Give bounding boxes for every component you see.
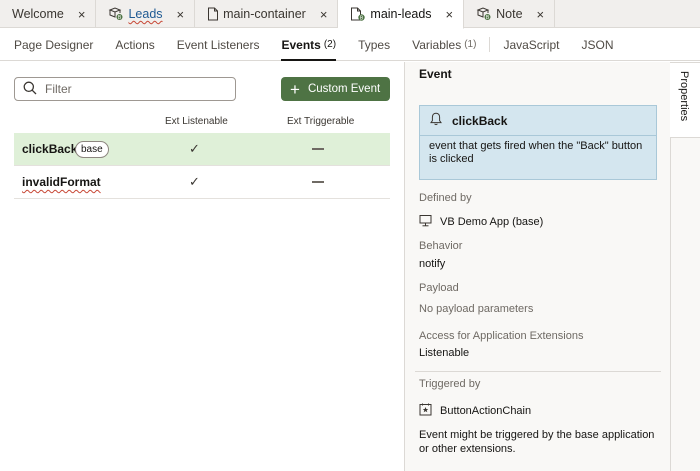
filter-input[interactable] xyxy=(45,82,215,96)
tab-label: Leads xyxy=(128,7,163,21)
tab-label: Page Designer xyxy=(14,37,94,52)
table-row[interactable]: invalidFormat ✓ xyxy=(14,166,390,199)
tab-count: (1) xyxy=(464,39,477,50)
editor-tab-leads[interactable]: B Leads × xyxy=(96,0,196,28)
checkmark-icon: ✓ xyxy=(189,141,200,156)
triggered-by-value: ButtonActionChain xyxy=(419,403,531,419)
section-title: Event xyxy=(419,67,452,81)
dash-icon xyxy=(312,148,324,150)
behavior-label: Behavior xyxy=(419,240,463,252)
event-card-header: clickBack xyxy=(420,106,656,136)
tab-events[interactable]: Events (2) xyxy=(281,29,337,61)
extension-app-icon: B xyxy=(108,7,124,21)
defined-by-value: VB Demo App (base) xyxy=(419,214,543,230)
designer-sub-tabs: Page Designer Actions Event Listeners Ev… xyxy=(0,29,700,61)
tab-label: main-container xyxy=(223,7,306,21)
divider xyxy=(415,371,661,372)
custom-event-button[interactable]: + Custom Event xyxy=(281,77,390,101)
editor-tab-note[interactable]: B Note × xyxy=(464,0,556,28)
editor-tab-bar: Welcome × B Leads × main-container × B m… xyxy=(0,0,700,29)
page-icon xyxy=(207,7,219,21)
event-name: invalidFormat xyxy=(22,175,101,189)
tab-label: Variables xyxy=(412,37,462,52)
defined-by-text: VB Demo App (base) xyxy=(440,216,544,228)
tab-label: main-leads xyxy=(370,7,432,21)
close-icon[interactable]: × xyxy=(177,8,185,21)
tab-label: Welcome xyxy=(12,7,64,21)
tab-types[interactable]: Types xyxy=(358,29,390,60)
triggered-note: Event might be triggered by the base app… xyxy=(419,429,655,455)
access-label: Access for Application Extensions xyxy=(419,330,584,342)
payload-label: Payload xyxy=(419,282,459,294)
bell-icon xyxy=(430,112,442,129)
table-row[interactable]: clickBack base ✓ xyxy=(14,133,390,166)
filter-field[interactable] xyxy=(14,77,236,101)
tab-label: Note xyxy=(496,7,523,21)
tab-actions[interactable]: Actions xyxy=(115,29,154,60)
tab-label: Events xyxy=(281,37,321,52)
triggered-by-text: ButtonActionChain xyxy=(440,405,532,417)
event-title: clickBack xyxy=(452,113,508,128)
dash-icon xyxy=(312,181,324,183)
tab-javascript[interactable]: JavaScript xyxy=(503,29,559,60)
close-icon[interactable]: × xyxy=(537,8,545,21)
event-card: clickBack event that gets fired when the… xyxy=(419,105,657,180)
access-value: Listenable xyxy=(419,347,470,359)
editor-tab-welcome[interactable]: Welcome × xyxy=(0,0,97,28)
plus-icon: + xyxy=(290,79,300,99)
event-name: clickBack xyxy=(22,142,78,156)
close-icon[interactable]: × xyxy=(446,8,454,21)
base-badge: base xyxy=(75,141,109,158)
button-label: Custom Event xyxy=(307,83,381,95)
column-header-ext-triggerable: Ext Triggerable xyxy=(287,116,355,127)
payload-value: No payload parameters xyxy=(419,303,534,315)
tab-count: (2) xyxy=(323,39,337,50)
tab-label: JSON xyxy=(581,37,614,52)
events-list-pane: + Custom Event Ext Listenable Ext Trigge… xyxy=(0,62,404,471)
tab-label: JavaScript xyxy=(503,37,560,52)
event-description: event that gets fired when the "Back" bu… xyxy=(429,140,643,165)
side-tab-bar: Properties xyxy=(670,62,700,471)
tab-variables[interactable]: Variables (1) xyxy=(412,29,476,60)
action-chain-icon xyxy=(419,403,440,419)
side-tab-label: Properties xyxy=(678,71,690,122)
editor-tab-main-container[interactable]: main-container × xyxy=(195,0,339,28)
close-icon[interactable]: × xyxy=(320,8,328,21)
behavior-value: notify xyxy=(419,258,446,270)
tab-divider xyxy=(489,37,491,52)
close-icon[interactable]: × xyxy=(78,8,86,21)
tab-event-listeners[interactable]: Event Listeners xyxy=(177,29,260,60)
tab-json[interactable]: JSON xyxy=(581,29,613,60)
tab-label: Types xyxy=(358,37,391,52)
monitor-icon xyxy=(419,214,440,230)
defined-by-label: Defined by xyxy=(419,192,472,204)
checkmark-icon: ✓ xyxy=(189,174,200,189)
tab-label: Event Listeners xyxy=(176,37,260,52)
search-icon xyxy=(23,81,37,98)
triggered-by-label: Triggered by xyxy=(419,378,481,390)
editor-tab-main-leads[interactable]: B main-leads × xyxy=(338,0,465,29)
properties-side-tab[interactable]: Properties xyxy=(670,62,700,138)
extension-page-icon: B xyxy=(350,7,366,22)
tab-page-designer[interactable]: Page Designer xyxy=(14,29,93,60)
tab-label: Actions xyxy=(115,37,155,52)
column-header-ext-listenable: Ext Listenable xyxy=(165,116,228,127)
properties-pane: Event clickBack event that gets fired wh… xyxy=(404,62,670,471)
extension-app-icon: B xyxy=(476,7,492,21)
